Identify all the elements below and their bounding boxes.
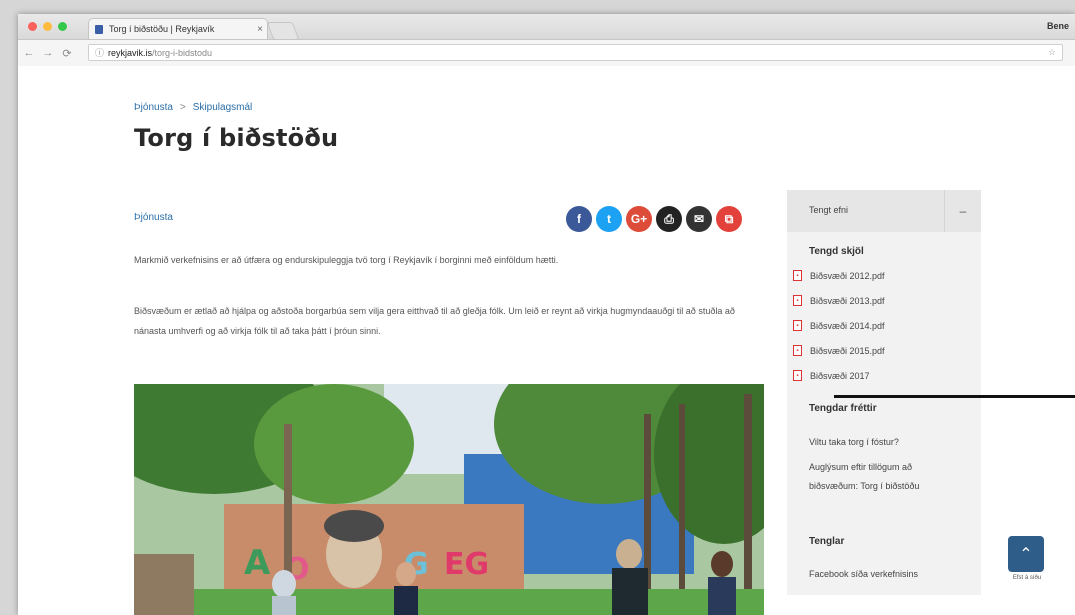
pdf-icon[interactable]: ⧉ — [716, 206, 742, 232]
news-link[interactable]: Viltu taka torg í fóstur? — [809, 433, 959, 452]
url-host: reykjavik.is — [108, 47, 153, 58]
facebook-icon[interactable]: f — [566, 206, 592, 232]
pdf-file-icon: ▪ — [793, 270, 802, 281]
body-paragraph-1: Markmið verkefnisins er að útfæra og end… — [134, 255, 559, 265]
pdf-file-icon: ▪ — [793, 295, 802, 306]
file-link[interactable]: ▪ Biðsvæði 2014.pdf — [793, 320, 885, 331]
article-photo-graphic: A O G EG — [134, 384, 764, 615]
file-link-label[interactable]: Biðsvæði 2013.pdf — [810, 296, 885, 306]
title-bar: Torg í biðstöðu | Reykjavík × Bene — [18, 14, 1075, 40]
browser-tab[interactable]: Torg í biðstöðu | Reykjavík × — [88, 18, 268, 39]
page-title: Torg í biðstöðu — [134, 124, 339, 152]
new-tab-button[interactable] — [266, 22, 300, 40]
chevron-up-icon: ⌃ — [1019, 546, 1033, 563]
print-icon[interactable]: ⎙ — [656, 206, 682, 232]
file-link-label[interactable]: Biðsvæði 2017 — [810, 371, 870, 381]
file-link-label[interactable]: Biðsvæði 2014.pdf — [810, 321, 885, 331]
article-photo: A O G EG — [134, 384, 764, 615]
file-link[interactable]: ▪ Biðsvæði 2017 — [793, 370, 870, 381]
scroll-to-top-button[interactable]: ⌃ — [1008, 536, 1044, 572]
breadcrumb-item[interactable]: Þjónusta — [134, 102, 173, 113]
url-path: /torg-i-bidstodu — [152, 47, 213, 58]
pdf-file-icon: ▪ — [793, 370, 802, 381]
page-content: Þjónusta > Skipulagsmál Torg í biðstöðu Þj… — [18, 66, 1075, 615]
pdf-file-icon: ▪ — [793, 320, 802, 331]
reload-icon[interactable]: ⟳ — [59, 47, 75, 60]
breadcrumb: Þjónusta > Skipulagsmál — [134, 102, 252, 113]
share-buttons: f t G+ ⎙ ✉ ⧉ — [566, 206, 742, 232]
sidebar-collapse-button[interactable]: – — [944, 190, 981, 232]
pdf-file-icon: ▪ — [793, 345, 802, 356]
maximize-window-button[interactable] — [58, 22, 67, 31]
breadcrumb-separator: > — [179, 102, 186, 113]
tab-close-icon[interactable]: × — [253, 24, 267, 35]
site-favicon-icon — [95, 24, 103, 34]
minimize-window-button[interactable] — [43, 22, 52, 31]
category-link[interactable]: Þjónusta — [134, 212, 173, 223]
site-info-icon[interactable]: ⓘ — [95, 46, 104, 59]
browser-window: Torg í biðstöðu | Reykjavík × Bene ← → ⟳… — [18, 14, 1075, 615]
news-link[interactable]: Auglýsum eftir tillögum að biðsvæðum: To… — [809, 458, 959, 496]
back-icon[interactable]: ← — [21, 47, 37, 59]
tab-title: Torg í biðstöðu | Reykjavík — [109, 24, 215, 34]
sidebar-header[interactable]: Tengt efni – — [787, 190, 981, 232]
file-link[interactable]: ▪ Biðsvæði 2013.pdf — [793, 295, 885, 306]
bookmark-star-icon[interactable]: ☆ — [1048, 47, 1056, 58]
links-heading: Tenglar — [809, 536, 845, 547]
file-link-label[interactable]: Biðsvæði 2015.pdf — [810, 346, 885, 356]
external-link[interactable]: Facebook síða verkefnisins — [809, 565, 959, 584]
forward-icon[interactable]: → — [40, 47, 56, 59]
browser-toolbar: ← → ⟳ ⓘ reykjavik.is /torg-i-bidstodu ☆ — [18, 40, 1075, 67]
scroll-to-top-label: Efst á síðu — [1012, 575, 1042, 581]
window-controls — [28, 22, 67, 31]
close-window-button[interactable] — [28, 22, 37, 31]
breadcrumb-item[interactable]: Skipulagsmál — [193, 102, 252, 113]
file-link-label[interactable]: Biðsvæði 2012.pdf — [810, 271, 885, 281]
email-icon[interactable]: ✉ — [686, 206, 712, 232]
svg-text:A: A — [244, 543, 271, 583]
address-bar[interactable]: ⓘ reykjavik.is /torg-i-bidstodu ☆ — [88, 44, 1063, 61]
googleplus-icon[interactable]: G+ — [626, 206, 652, 232]
sidebar-title: Tengt efni — [809, 205, 849, 215]
svg-text:EG: EG — [444, 547, 489, 582]
related-content-sidebar: Tengt efni – Tengd skjöl ▪ Biðsvæði 2012.… — [787, 190, 981, 595]
profile-name[interactable]: Bene — [1047, 21, 1069, 31]
news-heading: Tengdar fréttir — [809, 403, 877, 414]
divider-line — [834, 395, 1075, 398]
file-link[interactable]: ▪ Biðsvæði 2015.pdf — [793, 345, 885, 356]
twitter-icon[interactable]: t — [596, 206, 622, 232]
files-heading: Tengd skjöl — [809, 246, 864, 257]
body-paragraph-2: Biðsvæðum er ætlað að hjálpa og aðstoða … — [134, 306, 735, 336]
file-link[interactable]: ▪ Biðsvæði 2012.pdf — [793, 270, 885, 281]
